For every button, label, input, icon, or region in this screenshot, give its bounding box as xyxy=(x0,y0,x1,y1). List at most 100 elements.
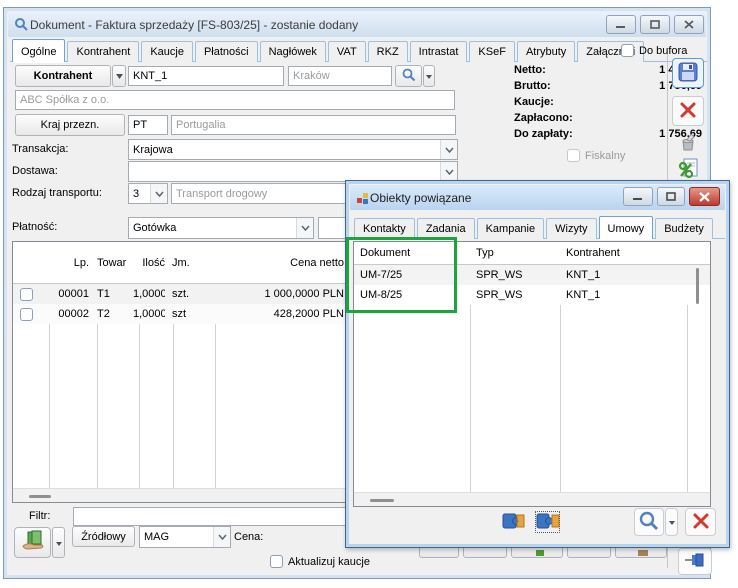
trash-icon xyxy=(678,132,698,155)
discount-button[interactable] xyxy=(675,156,701,182)
col-typ[interactable]: Typ xyxy=(470,247,560,259)
money-hand-icon xyxy=(20,529,46,556)
filtr-label: Filtr: xyxy=(29,510,50,522)
tab-kaucje[interactable]: Kaucje xyxy=(141,41,193,62)
dropdown-arrow-icon xyxy=(669,516,675,528)
document-window-titlebar: Dokument - Faktura sprzedaży [FS-803/25]… xyxy=(8,12,706,37)
cancel-button[interactable] xyxy=(672,96,704,126)
tab-naglowek[interactable]: Nagłówek xyxy=(260,41,326,62)
cancel-x-icon xyxy=(679,101,697,122)
hscroll-thumb[interactable] xyxy=(370,499,394,502)
kraj-code-input[interactable] xyxy=(128,115,168,135)
col-cena-netto[interactable]: Cena netto xyxy=(205,257,344,269)
kraj-przezn-button[interactable]: Kraj przezn. xyxy=(15,114,125,136)
tab-platnosci[interactable]: Płatności xyxy=(195,41,258,62)
save-floppy-icon xyxy=(678,62,698,85)
puzzle-link-icon xyxy=(502,511,526,534)
do-bufora-checkbox[interactable] xyxy=(621,44,634,57)
tab-ksef[interactable]: KSeF xyxy=(469,41,515,62)
col-kontrahent[interactable]: Kontrahent xyxy=(560,247,680,259)
tab-ogolne[interactable]: Ogólne xyxy=(12,39,65,62)
partial-icon xyxy=(638,550,648,556)
tab-atrybuty[interactable]: Atrybuty xyxy=(517,41,575,62)
platnosc-label: Płatność: xyxy=(12,221,57,233)
total-do-zaplaty: Do zapłaty:1 756,69 xyxy=(514,128,702,140)
unlink-object-button[interactable] xyxy=(532,508,563,536)
related-objects-icon xyxy=(356,192,369,208)
zrodlowy-button[interactable]: Źródłowy xyxy=(72,526,135,547)
row-checkbox[interactable] xyxy=(20,308,33,321)
partial-icon xyxy=(536,550,544,556)
close-button[interactable] xyxy=(674,15,704,34)
chevron-down-icon xyxy=(440,140,457,159)
overlay-minimize-button[interactable] xyxy=(623,187,653,206)
tab-budzety[interactable]: Budżety xyxy=(655,218,713,239)
pin-button[interactable] xyxy=(678,548,712,575)
kontrahent-code-input[interactable] xyxy=(128,66,284,86)
transport-code-select[interactable]: 3 xyxy=(128,183,168,204)
chevron-down-icon xyxy=(296,218,313,238)
fiskalny-label: Fiskalny xyxy=(585,150,625,162)
cena-label: Cena: xyxy=(234,531,263,543)
aktualizuj-kaucje-checkbox[interactable] xyxy=(270,555,283,568)
dropdown-arrow-icon xyxy=(426,70,432,82)
tab-kontakty[interactable]: Kontakty xyxy=(354,218,415,239)
tab-intrastat[interactable]: Intrastat xyxy=(410,41,468,62)
dropdown-arrow-icon xyxy=(116,70,123,82)
transakcja-label: Transakcja: xyxy=(12,143,68,155)
window-title: Dokument - Faktura sprzedaży [FS-803/25]… xyxy=(30,18,358,32)
payment-dropdown-button[interactable] xyxy=(52,527,65,558)
tab-vat[interactable]: VAT xyxy=(328,41,366,62)
row-checkbox[interactable] xyxy=(20,288,33,301)
delete-button[interactable] xyxy=(675,130,701,156)
percent-document-icon xyxy=(677,157,699,182)
payment-button[interactable] xyxy=(14,527,51,558)
tab-wizyty[interactable]: Wizyty xyxy=(546,218,596,239)
tab-umowy[interactable]: Umowy xyxy=(599,216,654,239)
rodzaj-transportu-label: Rodzaj transportu: xyxy=(12,187,102,199)
minimize-button[interactable] xyxy=(606,15,636,34)
col-towar[interactable]: Towar xyxy=(93,257,133,269)
fiskalny-checkbox[interactable] xyxy=(567,149,580,162)
overlay-maximize-button[interactable] xyxy=(657,187,685,206)
tab-zalaczniki[interactable]: Załączniki xyxy=(577,41,644,62)
tab-zadania[interactable]: Zadania xyxy=(417,218,475,239)
overlay-close-button[interactable] xyxy=(689,187,720,206)
overlay-search-button[interactable] xyxy=(634,508,664,536)
maximize-button[interactable] xyxy=(640,15,670,34)
kontrahent-city-input[interactable] xyxy=(288,66,392,86)
link-object-button[interactable] xyxy=(498,508,529,536)
umowy-hscrollbar[interactable] xyxy=(354,492,710,506)
kontrahent-search-button[interactable] xyxy=(395,65,422,87)
col-lp[interactable]: Lp. xyxy=(49,257,93,269)
col-ilosc[interactable]: Ilość xyxy=(133,257,165,269)
aktualizuj-kaucje-label: Aktualizuj kaucje xyxy=(288,556,370,568)
kontrahent-dropdown-button[interactable] xyxy=(112,65,126,87)
kontrahent-name-input[interactable] xyxy=(15,90,455,110)
overlay-window-title: Obiekty powiązane xyxy=(370,191,471,205)
chevron-down-icon xyxy=(440,162,457,181)
transakcja-select[interactable]: Krajowa xyxy=(128,139,458,160)
magazyn-select[interactable]: MAG xyxy=(139,526,231,548)
search-icon xyxy=(402,68,416,85)
vscroll-thumb[interactable] xyxy=(696,268,699,304)
save-button[interactable] xyxy=(672,58,704,88)
chevron-down-icon xyxy=(213,527,230,547)
annotation-highlight xyxy=(346,237,457,313)
document-tabstrip: Ogólne Kontrahent Kaucje Płatności Nagłó… xyxy=(12,37,646,62)
tab-kampanie[interactable]: Kampanie xyxy=(477,218,545,239)
dostawa-select[interactable] xyxy=(128,161,458,182)
kraj-name-input[interactable] xyxy=(171,115,456,135)
col-jm[interactable]: Jm. xyxy=(165,257,205,269)
overlay-close-action-button[interactable] xyxy=(685,508,716,536)
dostawa-label: Dostawa: xyxy=(12,165,58,177)
kontrahent-button[interactable]: Kontrahent xyxy=(15,65,111,87)
hscroll-thumb[interactable] xyxy=(29,495,51,498)
platnosc-select[interactable]: Gotówka xyxy=(128,217,314,239)
search-dropdown-button[interactable] xyxy=(423,65,435,87)
tab-rkz[interactable]: RKZ xyxy=(368,41,408,62)
search-icon xyxy=(639,511,659,534)
tab-kontrahent[interactable]: Kontrahent xyxy=(67,41,139,62)
overlay-search-dropdown-button[interactable] xyxy=(665,508,678,536)
related-objects-window: Obiekty powiązane Kontakty Zadania Kampa… xyxy=(345,180,730,548)
